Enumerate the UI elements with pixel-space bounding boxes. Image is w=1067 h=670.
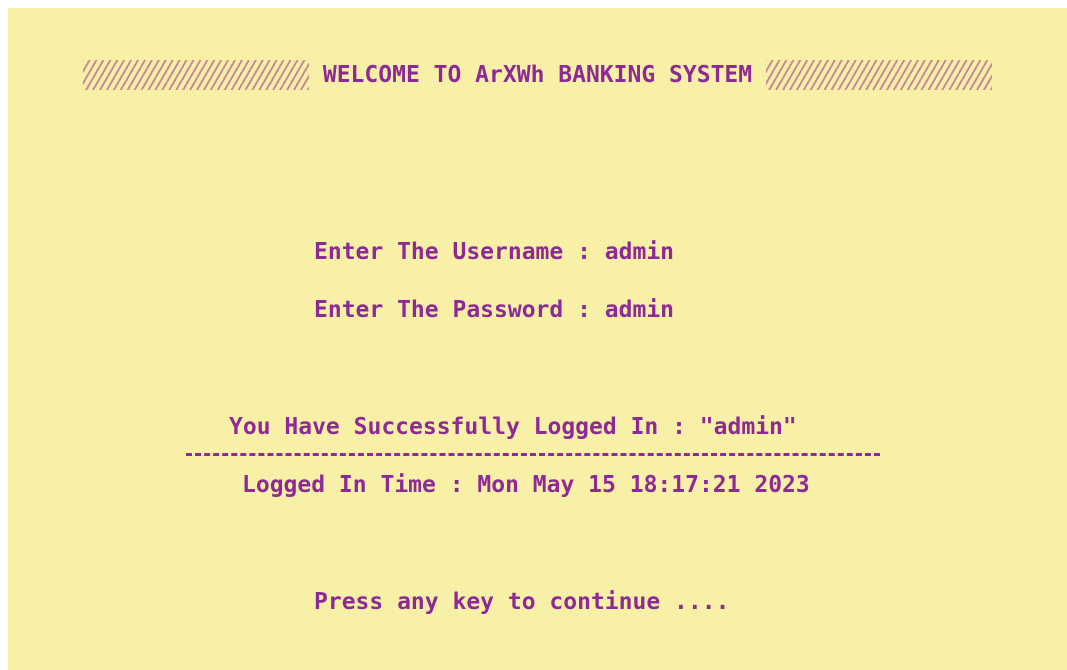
continue-prompt: Press any key to continue .... — [314, 589, 730, 615]
welcome-banner: WELCOME TO ArXWh BANKING SYSTEM — [8, 60, 1067, 90]
banner-title: WELCOME TO ArXWh BANKING SYSTEM — [322, 62, 753, 88]
login-success-message: You Have Successfully Logged In : "admin… — [229, 414, 797, 440]
password-prompt: Enter The Password : admin — [314, 297, 675, 323]
dashed-divider — [186, 453, 880, 456]
console-window[interactable]: WELCOME TO ArXWh BANKING SYSTEM Enter Th… — [8, 8, 1067, 670]
username-prompt: Enter The Username : admin — [314, 239, 675, 265]
login-time-message: Logged In Time : Mon May 15 18:17:21 202… — [242, 472, 810, 498]
banner-hatch-right — [766, 60, 993, 90]
banner-hatch-left — [82, 60, 309, 90]
